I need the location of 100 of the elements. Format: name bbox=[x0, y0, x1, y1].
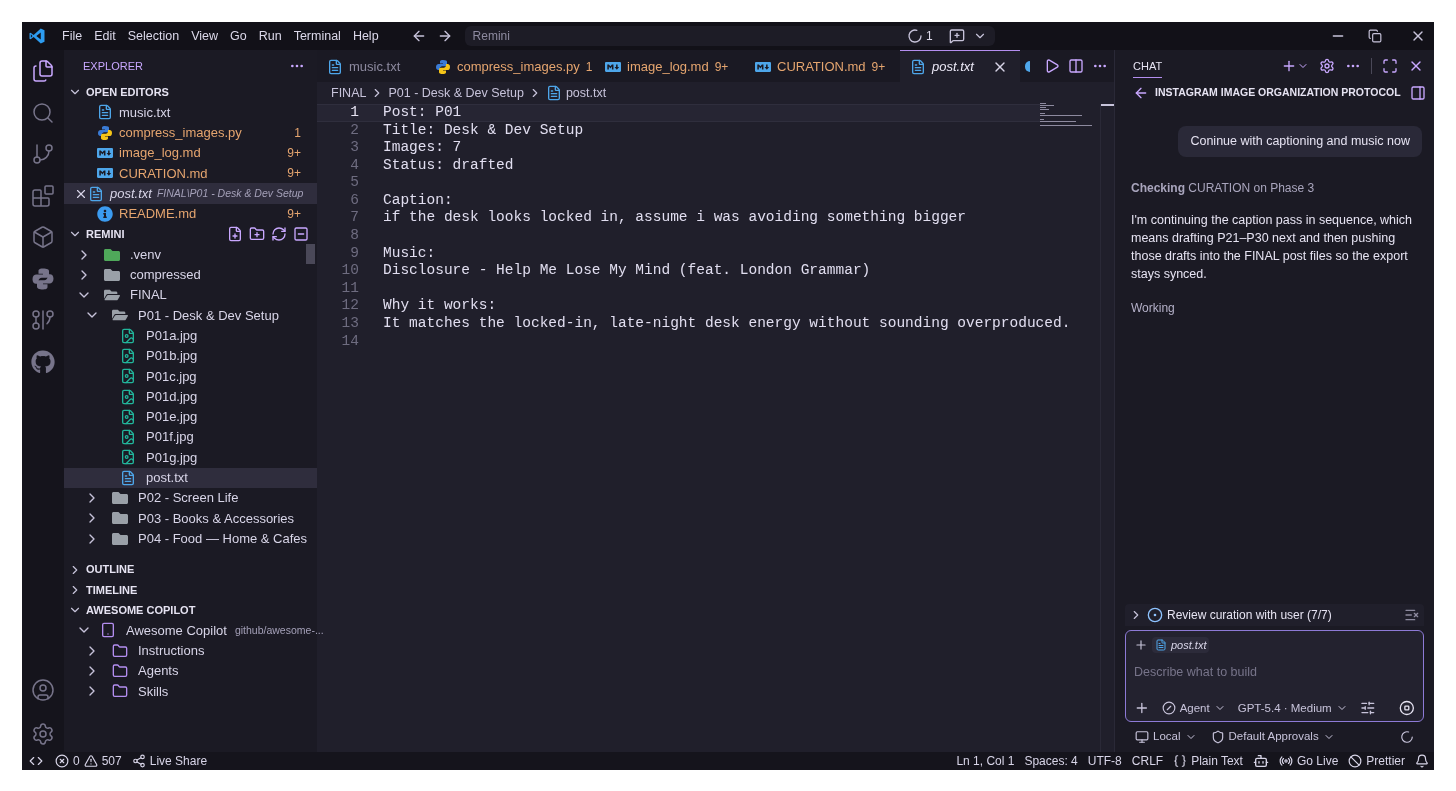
text-file-icon bbox=[327, 58, 343, 75]
status-item[interactable]: Ln 1, Col 1 bbox=[951, 752, 1020, 770]
tree-item[interactable]: P01g.jpg bbox=[64, 447, 317, 468]
add-context-icon[interactable] bbox=[1134, 638, 1148, 652]
prettier-button[interactable]: Prettier bbox=[1343, 752, 1410, 770]
section-header[interactable]: OPEN EDITORS bbox=[86, 83, 169, 101]
command-search-field[interactable]: Remini 1 bbox=[464, 26, 995, 46]
language-mode-button[interactable]: Plain Text bbox=[1168, 752, 1248, 770]
menu-item[interactable]: File bbox=[56, 26, 89, 46]
tree-item[interactable]: Instructions bbox=[64, 640, 317, 661]
chat-tab[interactable]: CHAT bbox=[1133, 58, 1163, 78]
section-header[interactable]: TIMELINE bbox=[86, 581, 138, 599]
mode-picker[interactable]: Agent bbox=[1161, 699, 1226, 717]
settings-icon[interactable] bbox=[1319, 58, 1335, 74]
chat-input-field[interactable]: Describe what to build bbox=[1134, 663, 1415, 682]
app-logo-icon[interactable] bbox=[28, 27, 46, 45]
breadcrumb-item[interactable]: FINAL bbox=[331, 83, 367, 103]
section-header[interactable]: OUTLINE bbox=[86, 561, 135, 578]
tree-item[interactable]: P02 - Screen Life bbox=[64, 487, 317, 509]
open-editor-item[interactable]: image_log.md 9+ bbox=[64, 142, 317, 164]
breadcrumb-item[interactable]: P01 - Desk & Dev Setup bbox=[388, 83, 524, 103]
menu-item[interactable]: View bbox=[185, 26, 224, 46]
new-folder-icon[interactable] bbox=[249, 226, 265, 243]
collapse-all-icon[interactable] bbox=[293, 226, 309, 243]
status-item[interactable]: Spaces: 4 bbox=[1019, 752, 1083, 770]
model-picker[interactable]: GPT-5.4 · Medium bbox=[1237, 699, 1348, 717]
live-share-button[interactable]: Live Share bbox=[126, 752, 213, 770]
clear-list-icon[interactable] bbox=[1404, 607, 1420, 623]
python-icon[interactable] bbox=[31, 266, 55, 291]
remote-icon[interactable] bbox=[29, 754, 43, 768]
editor-tab[interactable]: post.txt bbox=[900, 50, 1020, 82]
package-icon[interactable] bbox=[31, 225, 55, 249]
split-editor-icon[interactable] bbox=[1068, 58, 1084, 74]
search-icon[interactable] bbox=[31, 100, 55, 125]
tree-item[interactable]: post.txt bbox=[64, 467, 317, 488]
settings-icon[interactable] bbox=[31, 722, 55, 746]
partial-tab-icon[interactable] bbox=[1025, 60, 1030, 72]
tree-item[interactable]: .venv bbox=[64, 244, 317, 265]
run-icon[interactable] bbox=[1044, 58, 1060, 74]
cat-logo-icon[interactable] bbox=[31, 349, 55, 374]
stop-icon[interactable] bbox=[1399, 700, 1415, 717]
menu-item[interactable]: Selection bbox=[121, 26, 186, 46]
scrollbar-thumb[interactable] bbox=[1101, 104, 1114, 106]
open-editor-item[interactable]: CURATION.md 9+ bbox=[64, 163, 317, 184]
new-file-icon[interactable] bbox=[227, 226, 243, 243]
menu-item[interactable]: Help bbox=[346, 26, 385, 46]
tree-item[interactable]: Skills bbox=[64, 681, 317, 702]
problems-indicator[interactable]: 0 507 bbox=[50, 752, 127, 770]
back-arrow-icon[interactable] bbox=[1133, 85, 1149, 101]
tree-item[interactable]: P01f.jpg bbox=[64, 427, 317, 448]
sliders-icon[interactable] bbox=[1359, 700, 1376, 717]
scrollbar-thumb[interactable] bbox=[306, 244, 315, 265]
panel-icon[interactable] bbox=[1410, 85, 1426, 101]
account-icon[interactable] bbox=[31, 678, 55, 702]
tree-item[interactable]: P03 - Books & Accessories bbox=[64, 508, 317, 529]
files-icon[interactable] bbox=[31, 59, 55, 83]
editor-tab[interactable]: CURATION.md 9+ bbox=[745, 50, 900, 82]
refresh-icon[interactable] bbox=[271, 226, 287, 243]
approvals-picker[interactable]: Default Approvals bbox=[1210, 728, 1335, 746]
open-editor-item[interactable]: music.txt bbox=[64, 102, 317, 123]
open-editor-item[interactable]: README.md 9+ bbox=[64, 203, 317, 225]
maximize-icon[interactable] bbox=[1382, 58, 1398, 74]
status-item[interactable]: CRLF bbox=[1126, 752, 1169, 770]
tree-item[interactable]: P01e.jpg bbox=[64, 406, 317, 428]
location-picker[interactable]: Local bbox=[1135, 728, 1197, 746]
menu-item[interactable]: Run bbox=[252, 26, 288, 46]
section-header[interactable]: AWESOME COPILOT bbox=[86, 601, 196, 619]
tree-item[interactable]: P04 - Food — Home & Cafes bbox=[64, 528, 317, 549]
new-chat-icon[interactable] bbox=[1281, 58, 1297, 74]
attachment-chip[interactable]: post.txt bbox=[1152, 637, 1210, 653]
editor-tab[interactable]: image_log.md 9+ bbox=[595, 50, 745, 82]
restore-icon[interactable] bbox=[1368, 29, 1382, 43]
go-live-button[interactable]: Go Live bbox=[1273, 752, 1344, 770]
todo-bar[interactable]: Review curation with user (7/7) bbox=[1125, 604, 1424, 626]
progress-icon[interactable] bbox=[906, 28, 923, 44]
tree-item[interactable]: Agents bbox=[64, 660, 317, 682]
breadcrumb-item[interactable]: post.txt bbox=[565, 83, 607, 103]
section-header[interactable]: REMINI bbox=[86, 225, 125, 243]
editor-tab[interactable]: music.txt bbox=[317, 50, 425, 82]
open-editor-item[interactable]: compress_images.py 1 bbox=[64, 122, 317, 143]
git-graph-icon[interactable] bbox=[31, 308, 55, 332]
tree-item[interactable]: P01b.jpg bbox=[64, 345, 317, 367]
open-editor-item[interactable]: post.txt FINAL\P01 - Desk & Dev Setup bbox=[64, 183, 317, 204]
copilot-icon[interactable] bbox=[1252, 753, 1269, 769]
tree-item[interactable]: P01c.jpg bbox=[64, 366, 317, 387]
tree-item[interactable]: P01d.jpg bbox=[64, 386, 317, 407]
source-control-icon[interactable] bbox=[31, 142, 55, 166]
editor-tab[interactable]: compress_images.py 1 bbox=[425, 50, 595, 82]
chat-input[interactable]: post.txt Describe what to build Agent GPT-5.4 · Medium bbox=[1125, 630, 1424, 722]
menu-item[interactable]: Edit bbox=[88, 26, 122, 46]
extensions-icon[interactable] bbox=[31, 183, 55, 208]
menu-item[interactable]: Go bbox=[224, 26, 253, 46]
chat-icon[interactable] bbox=[948, 28, 965, 44]
status-item[interactable]: UTF-8 bbox=[1082, 752, 1127, 770]
menu-item[interactable]: Terminal bbox=[287, 26, 347, 46]
tree-item[interactable]: P01a.jpg bbox=[64, 325, 317, 346]
tree-item[interactable]: FINAL bbox=[64, 284, 317, 306]
tree-item[interactable]: compressed bbox=[64, 264, 317, 285]
tree-item[interactable]: P01 - Desk & Dev Setup bbox=[64, 305, 317, 326]
notifications-icon[interactable] bbox=[1415, 754, 1429, 768]
